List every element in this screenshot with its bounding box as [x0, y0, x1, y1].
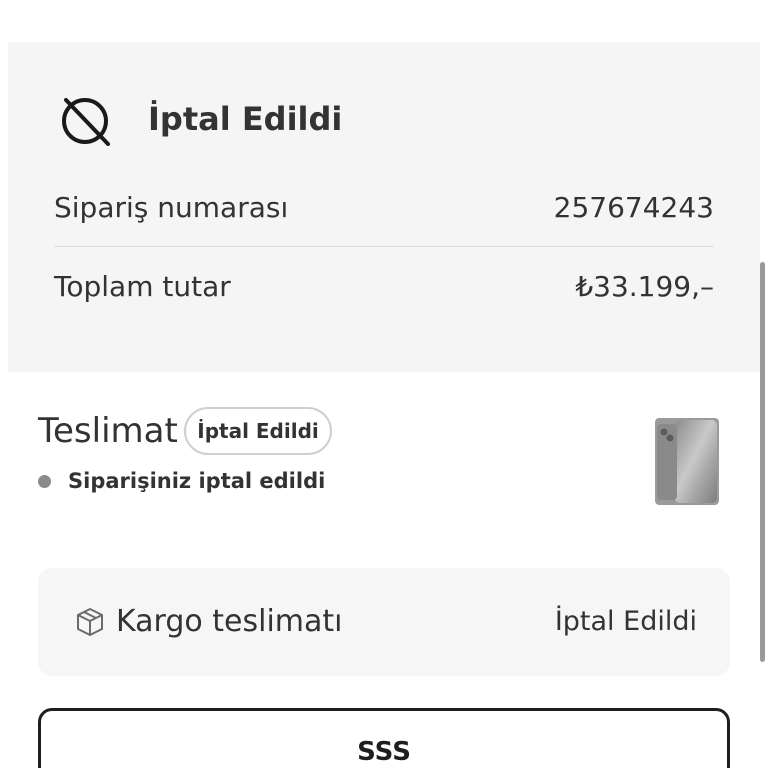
shipping-delivery-row[interactable]: Kargo teslimatı İptal Edildi	[38, 568, 730, 676]
faq-button[interactable]: SSS	[38, 708, 730, 768]
cancelled-clock-icon	[58, 94, 114, 150]
total-amount-label: Toplam tutar	[54, 269, 231, 303]
summary-divider	[54, 246, 714, 247]
total-amount-value: ₺33.199,–	[575, 269, 714, 303]
order-number-row: Sipariş numarası 257674243	[54, 187, 714, 227]
shipping-status: İptal Edildi	[554, 606, 697, 637]
order-status-title: İptal Edildi	[148, 100, 343, 138]
product-thumbnail[interactable]	[655, 418, 719, 505]
faq-button-label: SSS	[357, 737, 411, 767]
delivery-status-line: Siparişiniz iptal edildi	[38, 466, 325, 496]
order-summary-card: İptal Edildi Sipariş numarası 257674243 …	[8, 42, 760, 372]
delivery-title: Teslimat	[38, 411, 178, 451]
package-icon	[74, 606, 106, 638]
total-amount-row: Toplam tutar ₺33.199,–	[54, 266, 714, 306]
scrollbar[interactable]	[760, 262, 765, 662]
status-dot-icon	[38, 474, 51, 488]
order-number-value: 257674243	[553, 190, 714, 224]
order-detail-page: İptal Edildi Sipariş numarası 257674243 …	[0, 0, 768, 768]
delivery-status-badge: İptal Edildi	[184, 407, 332, 455]
order-number-label: Sipariş numarası	[54, 190, 289, 224]
delivery-status-text: Siparişiniz iptal edildi	[68, 469, 326, 493]
shipping-label: Kargo teslimatı	[116, 604, 343, 639]
